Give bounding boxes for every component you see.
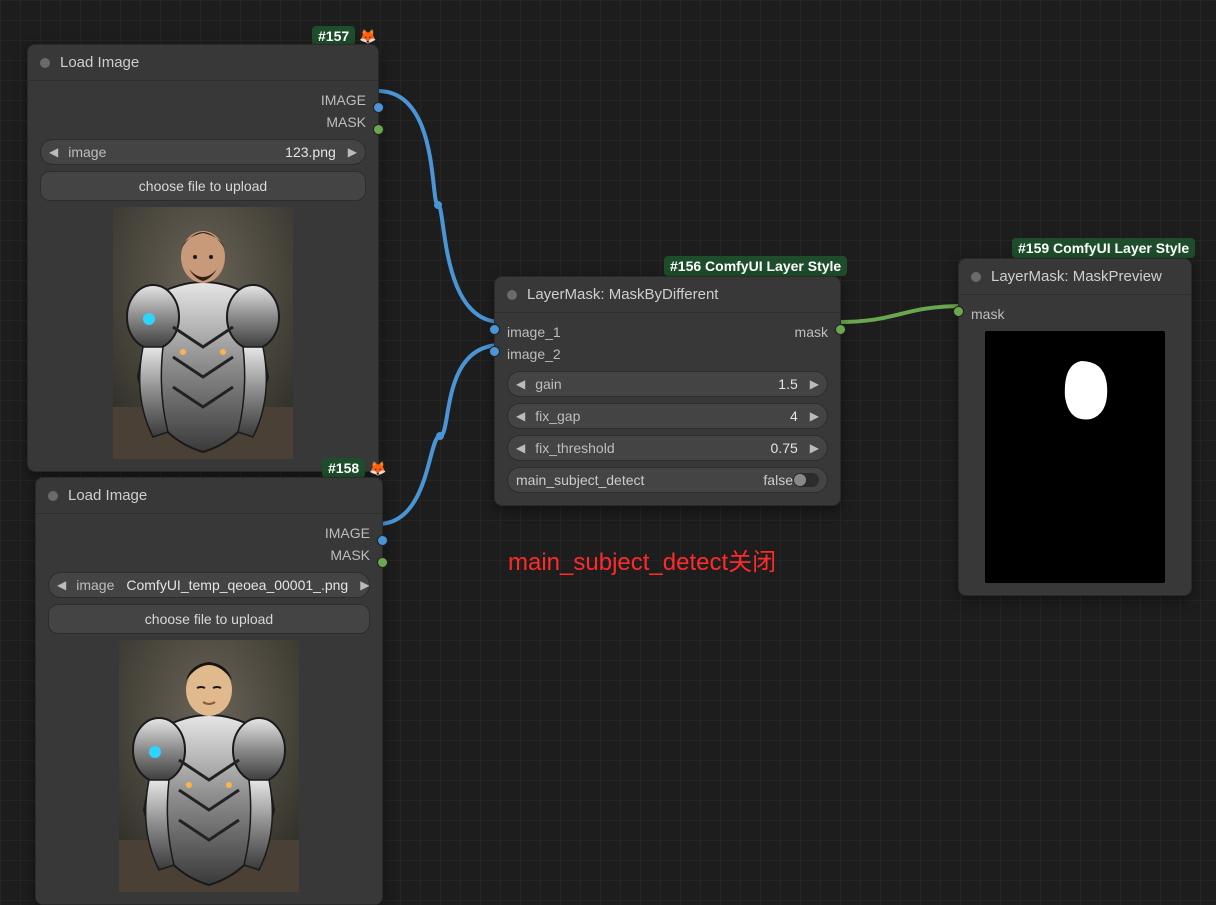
prev-arrow-icon[interactable]: ◀ <box>514 377 527 391</box>
prev-arrow-icon[interactable]: ◀ <box>514 441 527 455</box>
output-mask-label: MASK <box>48 544 370 566</box>
prev-arrow-icon[interactable]: ◀ <box>514 409 527 423</box>
param-value: ComfyUI_temp_qeoea_00001_.png <box>126 577 348 593</box>
output-port-mask[interactable] <box>377 557 388 568</box>
node-load-image-157[interactable]: Load Image IMAGE MASK ◀ image 123.png ▶ … <box>27 44 379 472</box>
fix-threshold-widget[interactable]: ◀ fix_threshold 0.75 ▶ <box>507 435 828 461</box>
input-image2-label: image_2 <box>507 343 561 365</box>
annotation-text: main_subject_detect关闭 <box>508 542 776 577</box>
node-badge-158: #158 🦊 <box>322 460 386 477</box>
node-badge-156: #156 ComfyUI Layer Style <box>664 258 847 274</box>
node-header[interactable]: LayerMask: MaskByDifferent <box>495 277 840 313</box>
next-arrow-icon[interactable]: ▶ <box>808 441 821 455</box>
node-title: Load Image <box>68 487 147 504</box>
collapse-dot-icon[interactable] <box>48 491 58 501</box>
param-label: image <box>66 144 106 160</box>
next-arrow-icon[interactable]: ▶ <box>346 145 359 159</box>
param-value: 1.5 <box>778 376 797 392</box>
choose-file-label: choose file to upload <box>145 611 273 627</box>
collapse-dot-icon[interactable] <box>40 58 50 68</box>
node-badge-157: #157 🦊 <box>312 28 376 45</box>
input-port-image2[interactable] <box>489 346 500 357</box>
input-mask-label: mask <box>971 303 1179 325</box>
node-badge-159: #159 ComfyUI Layer Style <box>1012 240 1195 256</box>
param-value: 4 <box>790 408 798 424</box>
param-label: main_subject_detect <box>516 472 644 488</box>
output-mask-label: MASK <box>40 111 366 133</box>
param-value: 0.75 <box>771 440 798 456</box>
image-selector[interactable]: ◀ image 123.png ▶ <box>40 139 366 165</box>
next-arrow-icon[interactable]: ▶ <box>808 377 821 391</box>
output-port-image[interactable] <box>373 102 384 113</box>
image-preview <box>40 207 366 459</box>
choose-file-button[interactable]: choose file to upload <box>40 171 366 201</box>
node-title: LayerMask: MaskPreview <box>991 268 1162 285</box>
node-header[interactable]: Load Image <box>28 45 378 81</box>
input-image1-label: image_1 <box>507 321 561 343</box>
output-port-mask[interactable] <box>835 324 846 335</box>
output-port-mask[interactable] <box>373 124 384 135</box>
image-selector[interactable]: ◀ image ComfyUI_temp_qeoea_00001_.png ▶ <box>48 572 370 598</box>
toggle-switch[interactable] <box>793 473 819 487</box>
main-subject-detect-widget[interactable]: main_subject_detect false <box>507 467 828 493</box>
collapse-dot-icon[interactable] <box>507 290 517 300</box>
output-port-image[interactable] <box>377 535 388 546</box>
node-title: Load Image <box>60 54 139 71</box>
param-label: fix_threshold <box>533 440 614 456</box>
input-port-mask[interactable] <box>953 306 964 317</box>
param-label: fix_gap <box>533 408 580 424</box>
output-mask-label: mask <box>795 321 828 343</box>
prev-arrow-icon[interactable]: ◀ <box>47 145 60 159</box>
input-port-image1[interactable] <box>489 324 500 335</box>
param-label: gain <box>533 376 561 392</box>
node-title: LayerMask: MaskByDifferent <box>527 286 718 303</box>
fix-gap-widget[interactable]: ◀ fix_gap 4 ▶ <box>507 403 828 429</box>
param-value: false <box>763 472 793 488</box>
node-header[interactable]: Load Image <box>36 478 382 514</box>
output-image-label: IMAGE <box>48 522 370 544</box>
node-mask-preview[interactable]: LayerMask: MaskPreview mask <box>958 258 1192 596</box>
node-mask-by-different[interactable]: LayerMask: MaskByDifferent image_1 image… <box>494 276 841 506</box>
next-arrow-icon[interactable]: ▶ <box>358 578 371 592</box>
next-arrow-icon[interactable]: ▶ <box>808 409 821 423</box>
image-preview <box>48 640 370 892</box>
param-value: 123.png <box>285 144 336 160</box>
mask-preview-image <box>971 331 1179 583</box>
node-load-image-158[interactable]: Load Image IMAGE MASK ◀ image ComfyUI_te… <box>35 477 383 905</box>
collapse-dot-icon[interactable] <box>971 272 981 282</box>
choose-file-button[interactable]: choose file to upload <box>48 604 370 634</box>
gain-widget[interactable]: ◀ gain 1.5 ▶ <box>507 371 828 397</box>
choose-file-label: choose file to upload <box>139 178 267 194</box>
node-header[interactable]: LayerMask: MaskPreview <box>959 259 1191 295</box>
prev-arrow-icon[interactable]: ◀ <box>55 578 68 592</box>
output-image-label: IMAGE <box>40 89 366 111</box>
param-label: image <box>74 577 114 593</box>
